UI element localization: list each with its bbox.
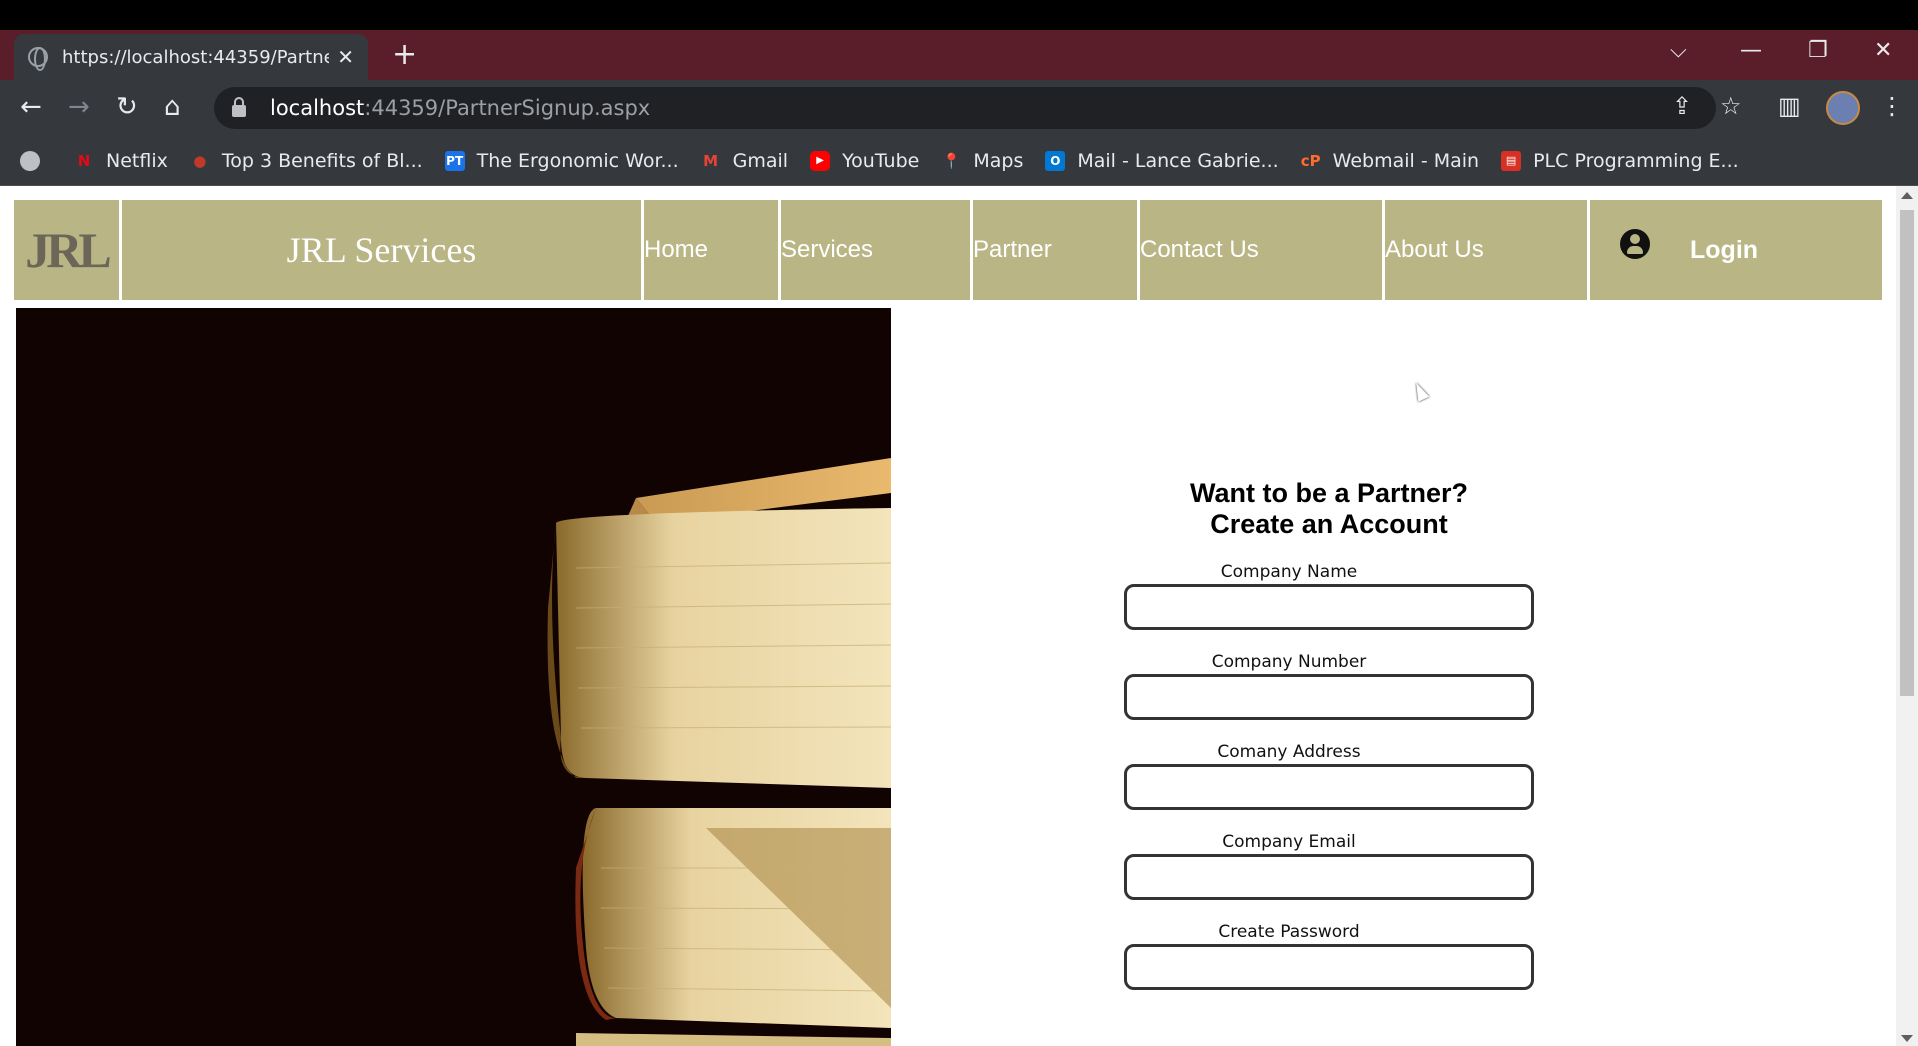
bookmark-label: Mail - Lance Gabrie... [1077, 149, 1279, 172]
company-name-label: Company Name [1220, 562, 1358, 582]
company-address-field: Comany Address [1124, 742, 1534, 810]
scrollbar-thumb[interactable] [1900, 210, 1914, 696]
bookmark-label: YouTube [842, 149, 920, 172]
close-tab-icon[interactable]: ✕ [337, 45, 354, 69]
restore-button[interactable]: ❐ [1808, 38, 1828, 63]
company-number-label: Company Number [1211, 652, 1367, 672]
bookmark-label: Maps [973, 149, 1024, 172]
scroll-up-arrow[interactable] [1901, 192, 1913, 199]
brand-title: JRL Services [122, 200, 644, 300]
nav-about-us[interactable]: About Us [1385, 200, 1590, 300]
menu-icon[interactable]: ⋮ [1880, 92, 1904, 120]
bookmark-label: Webmail - Main [1332, 149, 1480, 172]
company-address-label: Comany Address [1217, 742, 1361, 762]
company-address-input[interactable] [1124, 764, 1534, 810]
bookmark-item[interactable]: 📍 Maps [941, 150, 1023, 172]
hero-image-books [16, 308, 891, 1046]
new-tab-button[interactable]: + [392, 40, 417, 70]
address-bar[interactable]: localhost:44359/PartnerSignup.aspx [214, 87, 1716, 129]
bookmarks-bar: N Netflix ● Top 3 Benefits of Bl... PT T… [0, 136, 1918, 186]
url-host: localhost [270, 96, 365, 120]
nav-services[interactable]: Services [781, 200, 973, 300]
blog-icon: ● [193, 151, 207, 170]
company-email-label: Company Email [1222, 832, 1356, 852]
nav-partner[interactable]: Partner [973, 200, 1140, 300]
bookmark-label: The Ergonomic Wor... [476, 149, 679, 172]
share-icon[interactable]: ⇪ [1672, 92, 1692, 120]
globe-icon [20, 150, 40, 171]
tab-title: https://localhost:44359/PartnerSi [62, 46, 330, 68]
plc-icon: ▤ [1501, 150, 1522, 171]
page-scrollbar[interactable] [1896, 186, 1918, 1046]
create-password-label: Create Password [1218, 922, 1360, 942]
create-password-field: Create Password [1124, 922, 1534, 990]
company-email-field: Company Email [1124, 832, 1534, 900]
create-password-input[interactable] [1124, 944, 1534, 990]
company-name-input[interactable] [1124, 584, 1534, 630]
bookmark-label: Top 3 Benefits of Bl... [221, 149, 423, 172]
heading-line-1: Want to be a Partner? [1189, 478, 1469, 508]
side-panel-icon[interactable]: ▥ [1778, 92, 1801, 120]
scroll-down-arrow[interactable] [1901, 1035, 1913, 1042]
bookmark-item[interactable]: PT The Ergonomic Wor... [444, 149, 679, 172]
profile-avatar[interactable] [1826, 91, 1860, 125]
cpanel-icon: cP [1300, 151, 1321, 170]
bookmark-item[interactable]: ● Top 3 Benefits of Bl... [190, 149, 423, 172]
bookmark-item[interactable]: ▤ PLC Programming E... [1501, 150, 1739, 172]
bookmark-globe[interactable] [20, 150, 52, 171]
tab-search-icon[interactable]: ⌵ [1670, 38, 1687, 63]
lock-icon[interactable] [232, 97, 246, 117]
heading-line-2: Create an Account [1210, 509, 1448, 539]
company-number-field: Company Number [1124, 652, 1534, 720]
address-toolbar: ← → ↻ ⌂ localhost:44359/PartnerSignup.as… [0, 80, 1918, 136]
nav-home[interactable]: Home [644, 200, 781, 300]
youtube-icon: ▶ [810, 150, 831, 171]
browser-tab[interactable]: https://localhost:44359/PartnerSi ✕ [14, 34, 368, 80]
company-email-input[interactable] [1124, 854, 1534, 900]
bookmark-item[interactable]: M Gmail [701, 150, 788, 172]
login-label: Login [1690, 235, 1759, 264]
bookmark-item[interactable]: ▶ YouTube [810, 150, 919, 172]
globe-icon [28, 47, 48, 71]
outlook-icon: O [1045, 150, 1066, 171]
bookmark-item[interactable]: O Mail - Lance Gabrie... [1045, 149, 1279, 172]
close-window-button[interactable]: ✕ [1874, 38, 1892, 63]
bookmark-item[interactable]: N Netflix [74, 150, 168, 172]
site-nav: JRL JRL Services Home Services Partner C… [14, 200, 1882, 300]
company-name-field: Company Name [1124, 562, 1534, 630]
netflix-icon: N [77, 151, 91, 170]
bookmark-label: Netflix [106, 149, 168, 172]
user-icon [1620, 229, 1650, 259]
pt-icon: PT [444, 150, 465, 171]
login-button[interactable]: Login [1590, 200, 1882, 300]
logo-cell[interactable]: JRL [14, 200, 122, 300]
minimize-button[interactable]: — [1740, 38, 1762, 63]
page-content: JRL JRL Services Home Services Partner C… [0, 186, 1918, 1046]
nav-contact-us[interactable]: Contact Us [1140, 200, 1385, 300]
maps-icon: 📍 [942, 151, 961, 170]
form-heading: Want to be a Partner? Create an Account [1124, 478, 1534, 540]
url-path: :44359/PartnerSignup.aspx [364, 96, 651, 120]
bookmark-star-icon[interactable]: ☆ [1720, 92, 1742, 120]
books-illustration [16, 308, 891, 1046]
bookmark-label: Gmail [732, 149, 789, 172]
site-logo: JRL [25, 222, 111, 278]
bookmark-item[interactable]: cP Webmail - Main [1301, 150, 1479, 172]
reload-button[interactable]: ↻ [116, 92, 138, 122]
back-button[interactable]: ← [20, 92, 42, 122]
partner-signup-form: Want to be a Partner? Create an Account … [1124, 478, 1534, 990]
gmail-icon: M [703, 151, 719, 170]
company-number-input[interactable] [1124, 674, 1534, 720]
window-top-strip [0, 0, 1918, 30]
tab-bar: https://localhost:44359/PartnerSi ✕ + ⌵ … [0, 30, 1918, 80]
bookmark-label: PLC Programming E... [1533, 149, 1739, 172]
forward-button[interactable]: → [68, 92, 90, 122]
home-button[interactable]: ⌂ [164, 92, 181, 122]
